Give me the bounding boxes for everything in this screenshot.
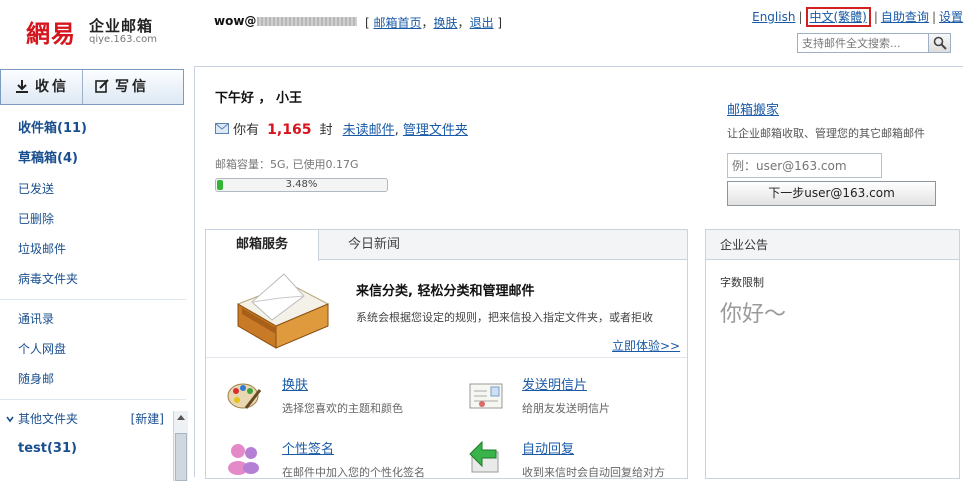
enterprise-notice-panel: 企业公告 字数限制 你好～ xyxy=(705,229,960,479)
mail-tray-icon xyxy=(236,273,330,349)
notice-text: 你好～ xyxy=(720,302,787,327)
postcard-service-link[interactable]: 发送明信片 xyxy=(522,374,587,393)
other-folders-label: 其他文件夹 xyxy=(18,412,79,426)
service-tabs: 邮箱服务 今日新闻 xyxy=(206,230,687,261)
migration-email-input[interactable] xyxy=(727,153,882,178)
migration-next-button[interactable]: 下一步user@163.com xyxy=(727,181,936,206)
logo-domain: qiye.163.com xyxy=(89,34,157,45)
settings-link[interactable]: 设置 xyxy=(939,10,963,24)
compose-button[interactable]: 写信 xyxy=(83,70,183,104)
signature-icon xyxy=(228,444,259,475)
unread-unit: 封 xyxy=(319,123,333,138)
notice-title: 企业公告 xyxy=(706,230,959,260)
mailbox-home-link[interactable]: 邮箱首页 xyxy=(374,16,422,30)
top-links: [ 邮箱首页，换肤，退出 ] xyxy=(365,16,503,30)
auto-reply-service-link[interactable]: 自动回复 xyxy=(522,438,574,457)
unread-summary: 你有 1,165 封 未读邮件, 管理文件夹 xyxy=(215,119,468,138)
folder-deleted[interactable]: 已删除 xyxy=(0,204,188,234)
traditional-chinese-link[interactable]: 中文(繁體) xyxy=(805,7,871,27)
scroll-thumb[interactable] xyxy=(175,433,187,481)
user-account: wow@ xyxy=(214,14,358,28)
postcard-service-desc: 给朋友发送明信片 xyxy=(522,402,610,415)
netdisk-link[interactable]: 个人网盘 xyxy=(0,334,188,364)
try-now-link[interactable]: 立即体验>> xyxy=(612,337,680,354)
download-icon xyxy=(16,80,28,93)
storage-progress-bar: 3.48% xyxy=(215,178,388,192)
compose-label: 写信 xyxy=(115,79,149,95)
search-icon xyxy=(933,36,947,50)
sidebar: 收信 写信 收件箱(11) 草稿箱(4) 已发送 已删除 垃圾邮件 病毒文件夹 … xyxy=(0,66,188,481)
receive-mail-button[interactable]: 收信 xyxy=(1,70,83,104)
auto-reply-service-desc: 收到来信时会自动回复给对方 xyxy=(522,466,665,479)
envelope-icon xyxy=(215,123,229,134)
collapse-arrow-icon[interactable] xyxy=(5,414,15,424)
search-box xyxy=(797,33,951,53)
other-folders-header: 其他文件夹 [新建] xyxy=(0,404,188,434)
postcard-icon xyxy=(469,383,503,409)
tab-mailbox-service[interactable]: 邮箱服务 xyxy=(206,230,319,261)
mobile-mail-link[interactable]: 随身邮 xyxy=(0,364,188,394)
mailbox-migration-link[interactable]: 邮箱搬家 xyxy=(727,99,779,118)
folder-spam[interactable]: 垃圾邮件 xyxy=(0,234,188,264)
feature-description: 系统会根据您设定的规则，把来信投入指定文件夹，或者拒收 xyxy=(356,311,653,324)
feature-title: 来信分类, 轻松分类和管理邮件 xyxy=(356,284,535,299)
self-help-link[interactable]: 自助查询 xyxy=(881,10,929,24)
notice-subtitle: 字数限制 xyxy=(720,276,764,289)
folder-sent[interactable]: 已发送 xyxy=(0,174,188,204)
storage-label: 邮箱容量：5G, 已使用0.17G xyxy=(215,158,359,171)
folder-drafts[interactable]: 草稿箱(4) xyxy=(0,144,188,174)
sidebar-divider xyxy=(0,299,186,300)
top-right-links: English | 中文(繁體) | 自助查询 | 设置 xyxy=(752,7,963,27)
unread-mail-link[interactable]: 未读邮件 xyxy=(343,123,395,138)
sidebar-divider xyxy=(0,399,186,400)
logo-title: 企业邮箱 xyxy=(89,17,154,35)
mailbox-service-panel: 邮箱服务 今日新闻 来信分类, 轻松分类和管理邮件 系统会根据您设定的规则，把来… xyxy=(205,229,688,479)
unread-count: 1,165 xyxy=(267,122,312,138)
scroll-up-arrow-icon[interactable] xyxy=(177,415,185,420)
receive-label: 收信 xyxy=(35,79,69,95)
change-skin-link[interactable]: 换肤 xyxy=(434,16,458,30)
user-email-prefix: wow@ xyxy=(214,14,257,28)
folder-inbox[interactable]: 收件箱(11) xyxy=(0,114,188,144)
storage-percent: 3.48% xyxy=(285,179,318,190)
new-folder-link[interactable]: [新建] xyxy=(131,404,164,434)
signature-service-desc: 在邮件中加入您的个性化签名 xyxy=(282,466,425,479)
english-link[interactable]: English xyxy=(752,10,795,24)
service-divider xyxy=(206,357,687,358)
palette-icon xyxy=(227,383,262,409)
migration-description: 让企业邮箱收取、管理您的其它邮箱邮件 xyxy=(727,127,925,140)
contacts-link[interactable]: 通讯录 xyxy=(0,304,188,334)
main-content: 下午好 ， 小王 你有 1,165 封 未读邮件, 管理文件夹 邮箱容量：5G, 已… xyxy=(194,66,963,479)
folder-virus[interactable]: 病毒文件夹 xyxy=(0,264,188,294)
masked-email xyxy=(257,17,358,26)
sidebar-scrollbar[interactable] xyxy=(173,411,188,481)
greeting: 下午好 ， 小王 xyxy=(215,91,303,106)
folder-list: 收件箱(11) 草稿箱(4) 已发送 已删除 垃圾邮件 病毒文件夹 通讯录 个人… xyxy=(0,114,188,464)
edit-icon xyxy=(95,79,109,93)
logo-mark: 網易 xyxy=(26,19,76,48)
signature-service-link[interactable]: 个性签名 xyxy=(282,438,334,457)
skin-service-link[interactable]: 换肤 xyxy=(282,374,308,393)
folder-test[interactable]: test(31) xyxy=(0,434,188,464)
action-bar: 收信 写信 xyxy=(0,69,184,105)
manage-folders-link[interactable]: 管理文件夹 xyxy=(403,123,468,138)
header: 網易 企业邮箱 qiye.163.com wow@ [ 邮箱首页，换肤，退出 ]… xyxy=(0,0,963,60)
skin-service-desc: 选择您喜欢的主题和颜色 xyxy=(282,402,403,415)
tab-today-news[interactable]: 今日新闻 xyxy=(319,230,429,261)
unread-prefix: 你有 xyxy=(233,123,260,138)
logout-link[interactable]: 退出 xyxy=(470,16,494,30)
auto-reply-icon xyxy=(469,440,499,473)
search-input[interactable] xyxy=(798,34,926,52)
search-button[interactable] xyxy=(928,34,950,52)
